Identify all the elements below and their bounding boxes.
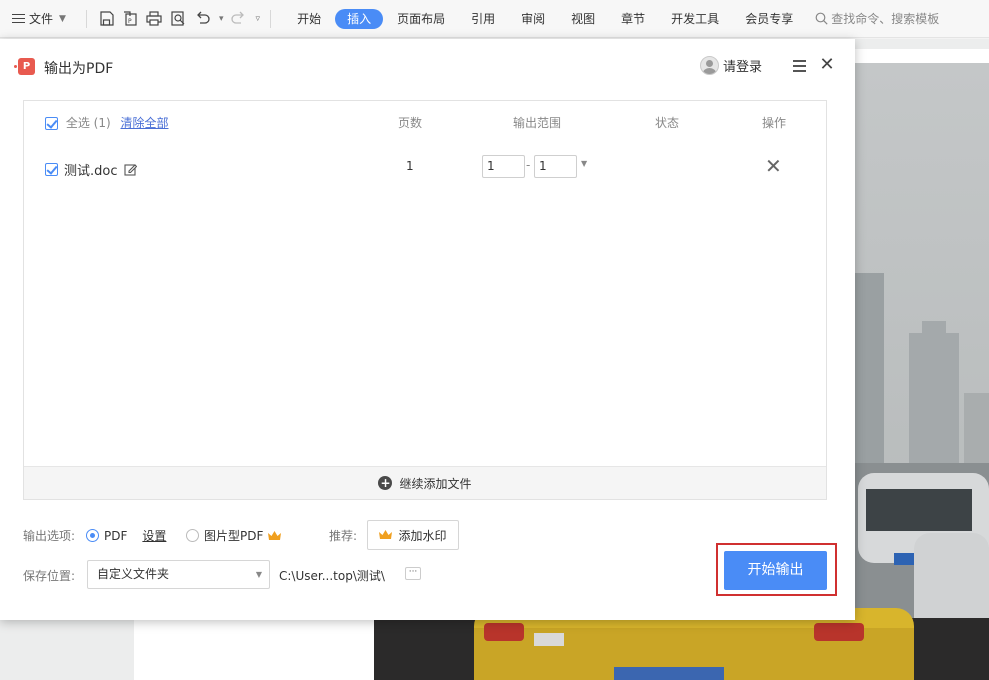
image-pdf-label: 图片型PDF [204,529,264,543]
output-options-label: 输出选项: [23,529,76,543]
undo-dropdown-icon[interactable]: ▾ [219,14,224,24]
menu-icon [12,13,25,24]
pdf-logo-icon: P [14,58,35,75]
file-menu[interactable]: 文件 ▼ [0,10,82,27]
login-label: 请登录 [723,60,763,75]
browse-button[interactable]: ··· [405,567,421,580]
print-preview-icon[interactable] [169,10,187,28]
avatar-icon [700,56,719,75]
pdf-radio[interactable] [86,529,99,542]
file-name: 测试.doc [64,164,118,179]
dialog-title: 输出为PDF [44,61,114,77]
print-icon[interactable] [145,10,163,28]
recommend-label: 推荐: [329,529,358,543]
remove-file-icon[interactable]: ✕ [765,156,782,176]
pdf-option-label: PDF [104,528,128,543]
undo-icon[interactable] [193,10,211,28]
export-pdf-dialog: P 输出为PDF 请登录 ✕ 全选 (1) 清除全部 页数 输出范围 状态 操作… [0,39,855,620]
search-icon [815,12,828,25]
start-button-highlight: 开始输出 [716,543,837,596]
tab-member[interactable]: 会员专享 [733,9,805,29]
file-name-cell: 测试.doc [45,160,137,179]
watermark-label: 添加水印 [398,528,447,543]
tab-page-layout[interactable]: 页面布局 [385,9,457,29]
range-from-input[interactable]: 1 [482,155,525,178]
svg-text:P: P [128,18,132,25]
redo-icon[interactable] [230,10,248,28]
tab-section[interactable]: 章节 [609,9,657,29]
customize-toolbar-icon[interactable]: ▿ [256,14,261,24]
clear-all-link[interactable]: 清除全部 [120,116,168,130]
plus-circle-icon: + [378,476,393,490]
search-placeholder: 查找命令、搜索模板 [831,12,940,26]
save-path: C:\User...top\测试\ [279,569,385,583]
save-location-label: 保存位置: [23,569,76,583]
close-icon[interactable]: ✕ [818,56,836,74]
range-dropdown-icon[interactable]: ▼ [581,159,587,168]
crown-icon [268,530,282,540]
dialog-header: P 输出为PDF 请登录 ✕ [0,39,855,95]
add-more-files-button[interactable]: + 继续添加文件 [24,466,826,499]
login-button[interactable]: 请登录 [700,56,762,75]
command-search[interactable]: 查找命令、搜索模板 [815,10,939,27]
rename-icon[interactable] [123,163,137,176]
column-pages: 页数 [398,116,423,130]
chevron-down-icon: ▼ [255,570,262,579]
column-output-range: 输出范围 [513,116,562,130]
file-list-panel: 全选 (1) 清除全部 页数 输出范围 状态 操作 测试.doc 1 1 - 1… [23,100,827,500]
save-location-value: 自定义文件夹 [97,567,170,581]
add-watermark-button[interactable]: 添加水印 [367,520,459,550]
quick-access-toolbar: P ▾ ▿ [91,10,266,28]
image-pdf-option[interactable]: 图片型PDF [186,527,282,544]
start-export-button[interactable]: 开始输出 [724,551,827,590]
ribbon: 文件 ▼ P ▾ ▿ 开始 插入 页面布局 引用 审阅 视图 章节 开发工具 会… [0,0,989,38]
crown-icon [379,530,393,539]
export-icon[interactable]: P [121,10,139,28]
tab-home[interactable]: 开始 [285,9,333,29]
divider [270,9,272,28]
tab-references[interactable]: 引用 [459,9,507,29]
select-all-label[interactable]: 全选 (1) [66,116,111,130]
image-pdf-radio[interactable] [186,529,199,542]
menu-icon[interactable] [793,60,806,72]
range-separator: - [526,158,531,172]
select-all-checkbox[interactable] [45,117,58,130]
save-location-select[interactable]: 自定义文件夹 ▼ [87,560,270,589]
ribbon-tabs: 开始 插入 页面布局 引用 审阅 视图 章节 开发工具 会员专享 [285,8,807,29]
select-all-header: 全选 (1) 清除全部 [45,101,169,145]
pdf-option[interactable]: PDF 设置 [86,527,166,544]
divider [86,9,87,28]
chevron-down-icon: ▼ [59,13,66,24]
table-row: 测试.doc 1 1 - 1 ▼ ✕ [24,145,826,189]
add-more-label: 继续添加文件 [399,476,472,491]
save-icon[interactable] [97,10,115,28]
tab-review[interactable]: 审阅 [509,9,557,29]
range-to-input[interactable]: 1 [534,155,577,178]
tab-view[interactable]: 视图 [559,9,607,29]
column-status: 状态 [655,116,680,130]
column-action: 操作 [762,116,787,130]
file-menu-label: 文件 [29,12,54,26]
page-count: 1 [406,159,414,173]
tab-developer[interactable]: 开发工具 [659,9,731,29]
settings-link[interactable]: 设置 [142,527,166,544]
tab-insert[interactable]: 插入 [335,8,384,29]
file-checkbox[interactable] [45,163,58,176]
